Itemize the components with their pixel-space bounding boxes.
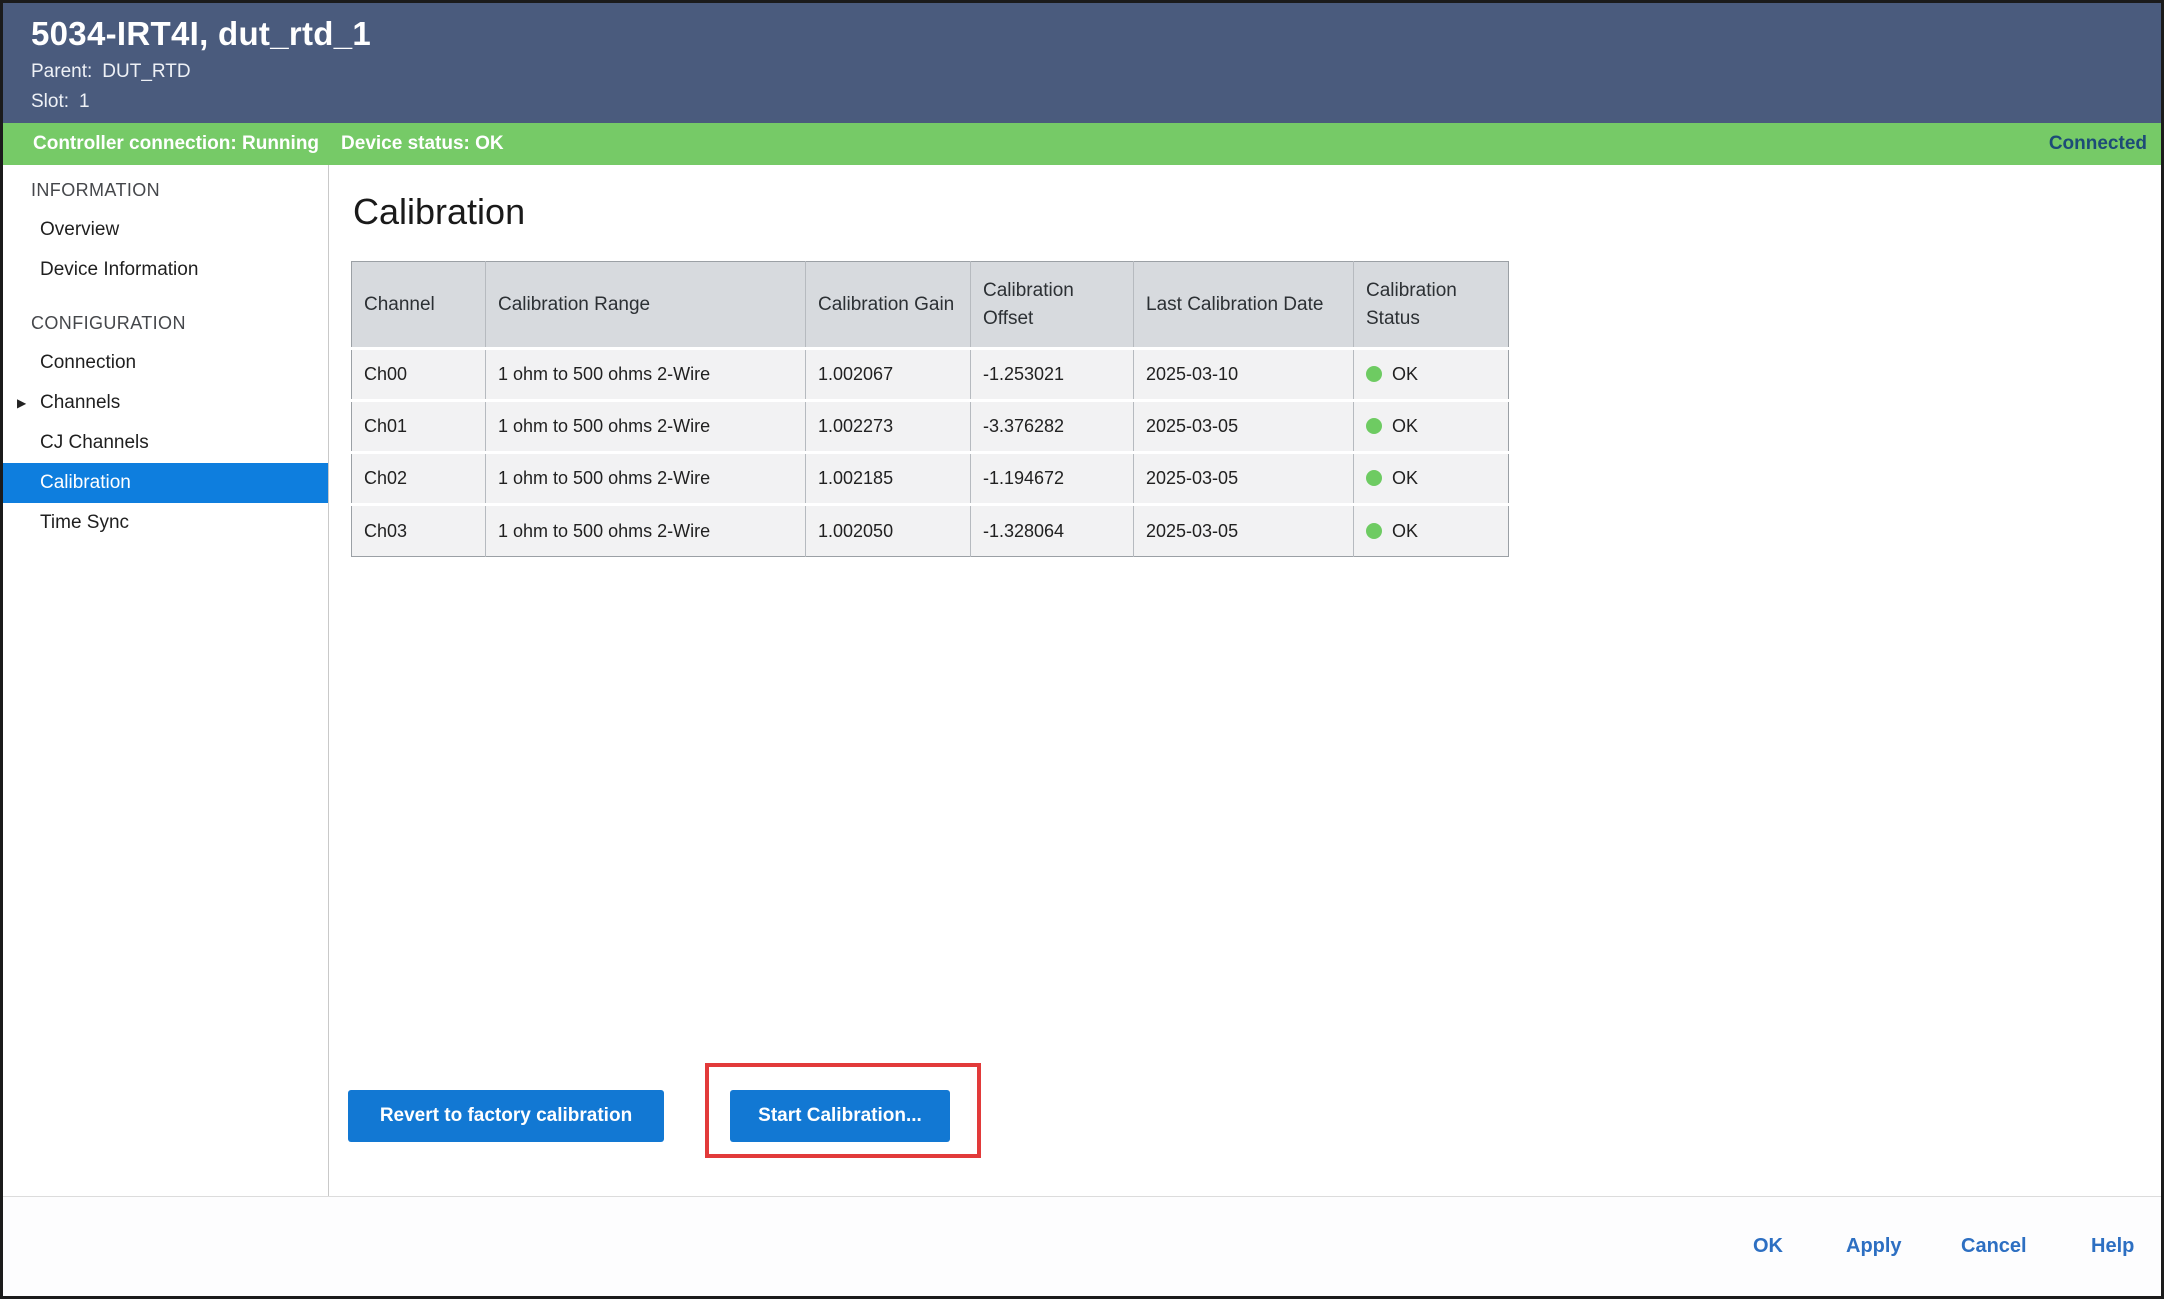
sidebar-item-connection[interactable]: Connection [3, 343, 328, 383]
cell-status: OK [1354, 401, 1509, 453]
calibration-table: Channel Calibration Range Calibration Ga… [351, 261, 1509, 557]
cell-range: 1 ohm to 500 ohms 2-Wire [486, 401, 806, 453]
revert-to-factory-calibration-button[interactable]: Revert to factory calibration [348, 1090, 664, 1142]
status-label: OK [1392, 521, 1418, 541]
cell-date: 2025-03-05 [1134, 401, 1354, 453]
cell-offset: -3.376282 [971, 401, 1134, 453]
cell-date: 2025-03-10 [1134, 349, 1354, 401]
col-header-calibration-gain: Calibration Gain [806, 262, 971, 349]
cell-range: 1 ohm to 500 ohms 2-Wire [486, 505, 806, 557]
table-header-row: Channel Calibration Range Calibration Ga… [352, 262, 1509, 349]
col-header-calibration-range: Calibration Range [486, 262, 806, 349]
cell-offset: -1.194672 [971, 453, 1134, 505]
cell-offset: -1.253021 [971, 349, 1134, 401]
expand-arrow-icon[interactable]: ▶ [17, 383, 26, 423]
status-ok-dot-icon [1366, 470, 1382, 486]
help-button[interactable]: Help [2091, 1235, 2134, 1258]
table-row: Ch00 1 ohm to 500 ohms 2-Wire 1.002067 -… [352, 349, 1509, 401]
status-ok-dot-icon [1366, 418, 1382, 434]
table-row: Ch01 1 ohm to 500 ohms 2-Wire 1.002273 -… [352, 401, 1509, 453]
start-calibration-button[interactable]: Start Calibration... [730, 1090, 950, 1142]
table-row: Ch03 1 ohm to 500 ohms 2-Wire 1.002050 -… [352, 505, 1509, 557]
slot-label: Slot: [31, 91, 69, 112]
status-label: OK [1392, 416, 1418, 436]
cell-gain: 1.002273 [806, 401, 971, 453]
cell-channel: Ch00 [352, 349, 486, 401]
cell-channel: Ch02 [352, 453, 486, 505]
status-ok-dot-icon [1366, 366, 1382, 382]
cell-date: 2025-03-05 [1134, 453, 1354, 505]
sidebar-item-calibration[interactable]: Calibration [3, 463, 328, 503]
cell-channel: Ch03 [352, 505, 486, 557]
col-header-last-calibration-date: Last Calibration Date [1134, 262, 1354, 349]
slot-value: 1 [79, 91, 90, 112]
title-bar: 5034-IRT4I, dut_rtd_1 Parent: DUT_RTD Slo… [3, 3, 2161, 123]
cell-gain: 1.002050 [806, 505, 971, 557]
parent-row: Parent: DUT_RTD [31, 61, 2161, 83]
cell-status: OK [1354, 505, 1509, 557]
cell-status: OK [1354, 349, 1509, 401]
parent-value: DUT_RTD [102, 61, 190, 82]
parent-label: Parent: [31, 61, 92, 82]
sidebar-section-information: INFORMATION [3, 170, 328, 210]
apply-button[interactable]: Apply [1846, 1235, 1902, 1258]
ok-button[interactable]: OK [1753, 1235, 1783, 1258]
col-header-calibration-status: Calibration Status [1354, 262, 1509, 349]
device-title: 5034-IRT4I, dut_rtd_1 [31, 15, 2161, 53]
table-row: Ch02 1 ohm to 500 ohms 2-Wire 1.002185 -… [352, 453, 1509, 505]
sidebar-item-device-information[interactable]: Device Information [3, 250, 328, 290]
cell-status: OK [1354, 453, 1509, 505]
controller-connection-status: Controller connection: Running [33, 133, 319, 155]
cell-range: 1 ohm to 500 ohms 2-Wire [486, 453, 806, 505]
cancel-button[interactable]: Cancel [1961, 1235, 2027, 1258]
device-config-window: 5034-IRT4I, dut_rtd_1 Parent: DUT_RTD Slo… [0, 0, 2164, 1299]
sidebar-item-cj-channels[interactable]: CJ Channels [3, 423, 328, 463]
sidebar-spacer [3, 290, 328, 303]
sidebar-nav: INFORMATION Overview Device Information … [3, 165, 329, 1196]
page-title: Calibration [353, 191, 525, 233]
cell-offset: -1.328064 [971, 505, 1134, 557]
col-header-calibration-offset: Calibration Offset [971, 262, 1134, 349]
cell-range: 1 ohm to 500 ohms 2-Wire [486, 349, 806, 401]
status-label: OK [1392, 468, 1418, 488]
sidebar-item-channels[interactable]: ▶ Channels [3, 383, 328, 423]
status-ok-dot-icon [1366, 523, 1382, 539]
sidebar-section-configuration: CONFIGURATION [3, 303, 328, 343]
connected-badge: Connected [2049, 133, 2147, 155]
col-header-channel: Channel [352, 262, 486, 349]
status-bar: Controller connection: Running Device st… [3, 123, 2161, 165]
cell-gain: 1.002067 [806, 349, 971, 401]
cell-date: 2025-03-05 [1134, 505, 1354, 557]
footer-bar: OK Apply Cancel Help [3, 1196, 2161, 1296]
status-label: OK [1392, 364, 1418, 384]
cell-channel: Ch01 [352, 401, 486, 453]
cell-gain: 1.002185 [806, 453, 971, 505]
sidebar-item-overview[interactable]: Overview [3, 210, 328, 250]
sidebar-item-channels-label: Channels [40, 392, 120, 413]
device-status: Device status: OK [341, 133, 504, 155]
slot-row: Slot: 1 [31, 91, 2161, 113]
sidebar-item-time-sync[interactable]: Time Sync [3, 503, 328, 543]
